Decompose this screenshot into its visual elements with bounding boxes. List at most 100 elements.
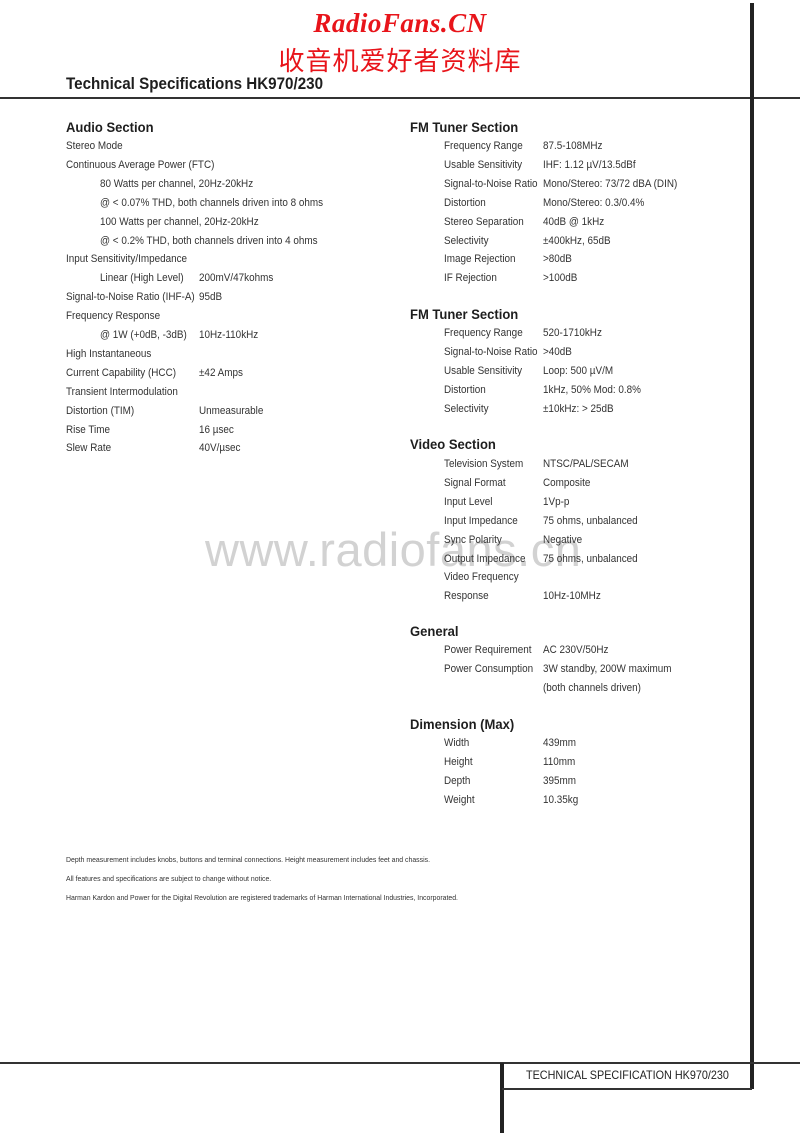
spec-row: IF Rejection >100dB xyxy=(0,269,800,288)
spec-row: Signal Format Composite xyxy=(0,474,800,493)
spec-label: Depth xyxy=(444,774,471,787)
spec-value: Loop: 500 µV/M xyxy=(543,364,614,377)
spec-label: Power Consumption xyxy=(444,662,534,675)
page-title: Technical Specifications HK970/230 xyxy=(66,75,324,93)
spec-label: Output Impedance xyxy=(444,552,526,565)
spec-row: Signal-to-Noise Ratio >40dB xyxy=(0,343,800,362)
spec-row: Height 110mm xyxy=(0,753,800,772)
footer-rule xyxy=(0,1062,800,1064)
spec-label: Sync Polarity xyxy=(444,533,502,546)
spec-label: Stereo Separation xyxy=(444,215,524,228)
spec-row: Signal-to-Noise Ratio (IHF-A) 95dB xyxy=(0,288,800,307)
spec-value: 95dB xyxy=(199,291,223,304)
spec-value: 1kHz, 50% Mod: 0.8% xyxy=(543,383,641,396)
spec-label: Height xyxy=(444,755,473,768)
header-rule xyxy=(0,97,800,99)
dimension-section-title: Dimension (Max) xyxy=(410,716,515,732)
spec-value: (both channels driven) xyxy=(543,681,641,694)
footer-left-rule xyxy=(500,1063,504,1133)
spec-row: Power Consumption 3W standby, 200W maximu… xyxy=(0,660,800,679)
spec-row: Weight 10.35kg xyxy=(0,791,800,810)
spec-label: Distortion xyxy=(444,196,486,209)
spec-label: Video Frequency xyxy=(444,571,519,584)
spec-label: Distortion xyxy=(444,383,486,396)
spec-value: 1Vp-p xyxy=(543,495,570,508)
spec-label: Input Impedance xyxy=(444,514,518,527)
spec-label: Signal-to-Noise Ratio xyxy=(444,177,538,190)
video-section-title: Video Section xyxy=(410,436,496,452)
spec-value: 520-1710kHz xyxy=(543,327,602,339)
spec-row: Input Impedance 75 ohms, unbalanced xyxy=(0,512,800,531)
spec-row: Depth 395mm xyxy=(0,772,800,791)
footnote-depth: Depth measurement includes knobs, button… xyxy=(66,855,430,864)
audio-section-title: Audio Section xyxy=(66,119,154,135)
spec-row: Video Frequency xyxy=(0,568,800,587)
spec-row: Sync Polarity Negative xyxy=(0,531,800,550)
spec-value: Mono/Stereo: 0.3/0.4% xyxy=(543,196,645,209)
spec-value: NTSC/PAL/SECAM xyxy=(543,458,629,470)
spec-row: Distortion Mono/Stereo: 0.3/0.4% xyxy=(0,194,800,213)
spec-label: IF Rejection xyxy=(444,272,497,285)
spec-label: Signal Format xyxy=(444,476,506,489)
spec-row: Signal-to-Noise Ratio Mono/Stereo: 73/72 … xyxy=(0,175,800,194)
spec-label: Rise Time xyxy=(66,423,111,436)
spec-value: 110mm xyxy=(543,755,576,768)
footer-box-bottom-rule xyxy=(502,1088,752,1090)
spec-label: Input Level xyxy=(444,495,493,508)
fm-tuner-2-section-title: FM Tuner Section xyxy=(410,306,519,322)
spec-label: Image Rejection xyxy=(444,253,516,266)
spec-row: Selectivity ±10kHz: > 25dB xyxy=(0,400,800,419)
spec-value: Composite xyxy=(543,476,591,489)
spec-row: Rise Time 16 µsec xyxy=(0,421,800,440)
spec-row: Image Rejection >80dB xyxy=(0,250,800,269)
spec-value: >40dB xyxy=(543,345,572,358)
spec-label: Signal-to-Noise Ratio (IHF-A) xyxy=(66,291,195,304)
spec-row: Stereo Separation 40dB @ 1kHz xyxy=(0,213,800,232)
spec-value: 439mm xyxy=(543,737,577,749)
spec-row: Television System NTSC/PAL/SECAM xyxy=(0,455,800,474)
spec-value: Mono/Stereo: 73/72 dBA (DIN) xyxy=(543,177,678,190)
spec-value: >80dB xyxy=(543,253,572,266)
spec-value: 40dB @ 1kHz xyxy=(543,215,605,228)
spec-row: Power Requirement AC 230V/50Hz xyxy=(0,641,800,660)
spec-value: >100dB xyxy=(543,272,578,285)
spec-row: Usable Sensitivity IHF: 1.12 µV/13.5dBf xyxy=(0,156,800,175)
spec-label: Frequency Range xyxy=(444,140,523,152)
spec-label: Frequency Range xyxy=(444,327,523,339)
spec-label: Selectivity xyxy=(444,402,489,415)
spec-value: ±10kHz: > 25dB xyxy=(543,402,614,415)
spec-label: Usable Sensitivity xyxy=(444,364,523,377)
footer-label: TECHNICAL SPECIFICATION HK970/230 xyxy=(526,1068,729,1082)
spec-label: Power Requirement xyxy=(444,644,532,656)
spec-value: AC 230V/50Hz xyxy=(543,644,609,656)
footnote-disclaimer: All features and specifications are subj… xyxy=(66,874,272,883)
spec-label: Width xyxy=(444,737,470,749)
spec-row: Width 439mm xyxy=(0,734,800,753)
spec-label: Response xyxy=(444,590,489,603)
spec-row: Response 10Hz-10MHz xyxy=(0,587,800,606)
spec-label: Weight xyxy=(444,793,475,806)
spec-value: 10Hz-10MHz xyxy=(543,590,601,603)
spec-value: 395mm xyxy=(543,774,577,787)
spec-row: Output Impedance 75 ohms, unbalanced xyxy=(0,550,800,569)
spec-row: Distortion 1kHz, 50% Mod: 0.8% xyxy=(0,381,800,400)
spec-value: IHF: 1.12 µV/13.5dBf xyxy=(543,158,636,171)
spec-label: Selectivity xyxy=(444,234,489,247)
spec-value: 10.35kg xyxy=(543,793,579,806)
spec-row: Selectivity ±400kHz, 65dB xyxy=(0,232,800,251)
spec-row: (both channels driven) xyxy=(0,679,800,698)
spec-label: Usable Sensitivity xyxy=(444,158,523,171)
spec-row: Usable Sensitivity Loop: 500 µV/M xyxy=(0,362,800,381)
spec-value: 87.5-108MHz xyxy=(543,140,603,152)
spec-row: Frequency Range 87.5-108MHz xyxy=(0,137,800,156)
spec-value: 3W standby, 200W maximum xyxy=(543,662,672,675)
spec-value: ±400kHz, 65dB xyxy=(543,234,611,247)
spec-value: 16 µsec xyxy=(199,423,234,436)
spec-row: Frequency Range 520-1710kHz xyxy=(0,324,800,343)
spec-label: Signal-to-Noise Ratio xyxy=(444,345,538,358)
spec-value: 75 ohms, unbalanced xyxy=(543,514,638,527)
fm-tuner-section-title: FM Tuner Section xyxy=(410,119,519,135)
spec-value: 75 ohms, unbalanced xyxy=(543,552,638,565)
general-section-title: General xyxy=(410,623,459,639)
footnote-trademark: Harman Kardon and Power for the Digital … xyxy=(66,893,458,902)
